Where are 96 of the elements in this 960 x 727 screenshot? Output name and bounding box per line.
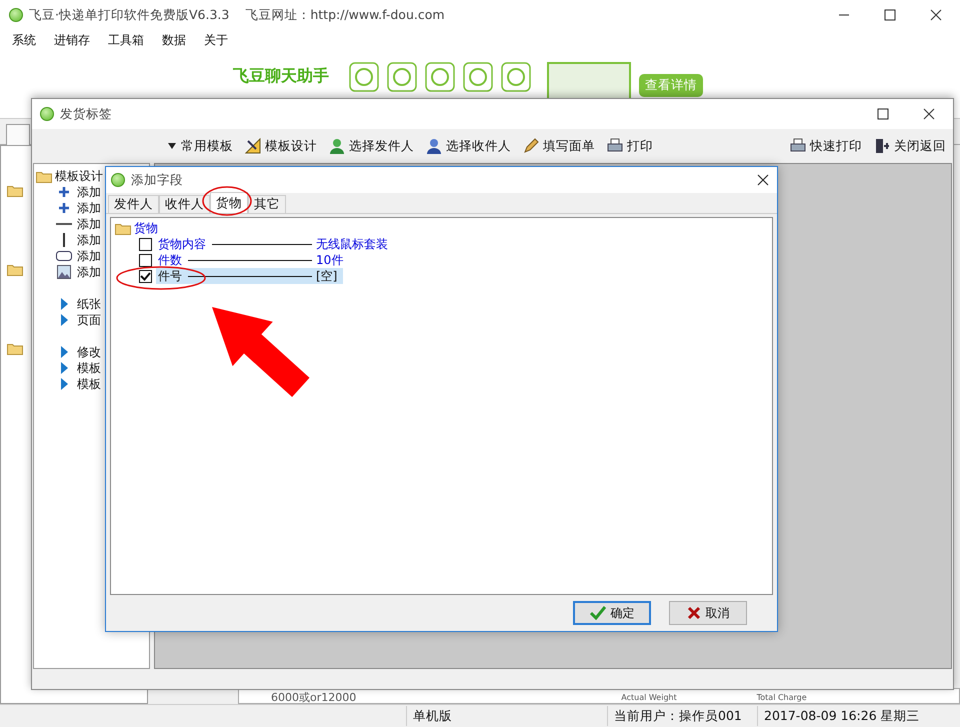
field-label: 件号 — [158, 268, 182, 284]
panel-item[interactable]: 添加 — [77, 200, 101, 216]
chat-app-icon[interactable] — [387, 62, 417, 92]
folder-icon — [7, 263, 23, 276]
panel-item[interactable]: 添加 — [77, 232, 101, 248]
horizontal-line-icon — [56, 222, 72, 226]
tab[interactable]: 发件人 — [108, 195, 159, 213]
chat-app-icon[interactable] — [425, 62, 455, 92]
tree-row[interactable]: 货物内容 无线鼠标套装 — [156, 236, 394, 252]
cancel-button[interactable]: 取消 — [669, 601, 747, 625]
person-icon — [426, 138, 442, 154]
panel-item[interactable]: 模板 — [77, 376, 101, 392]
toolbar-button[interactable]: 关闭返回 — [869, 136, 951, 156]
menu-item[interactable]: 进销存 — [54, 32, 90, 48]
printer-icon — [790, 138, 806, 154]
annotation-ellipse — [202, 186, 252, 216]
tree-row[interactable]: 件数 10件 — [156, 252, 350, 268]
menu-item[interactable]: 关于 — [204, 32, 228, 48]
template-text: Actual Weight — [621, 692, 677, 703]
document-tab[interactable] — [6, 124, 30, 146]
folder-icon — [115, 222, 131, 234]
exit-door-icon — [874, 138, 890, 154]
chat-app-icon[interactable] — [349, 62, 379, 92]
panel-item[interactable]: 添加 — [77, 184, 101, 200]
maximize-icon[interactable] — [877, 108, 889, 120]
maximize-icon[interactable] — [884, 9, 896, 21]
status-text: 2017-08-09 16:26 星期三 — [757, 706, 937, 726]
expand-arrow-icon[interactable] — [60, 362, 68, 374]
dropdown-caret-icon — [167, 142, 177, 150]
tab[interactable]: 其它 — [248, 195, 286, 213]
image-icon — [57, 265, 71, 279]
field-label: 货物内容 — [158, 236, 206, 252]
folder-icon — [7, 342, 23, 355]
close-icon[interactable] — [757, 174, 769, 186]
template-text: Total Charge — [756, 692, 807, 703]
app-logo-icon — [9, 8, 23, 22]
toolbar-button[interactable]: 快速打印 — [785, 136, 867, 156]
field-value: 无线鼠标套装 — [316, 236, 388, 252]
close-icon[interactable] — [930, 9, 942, 21]
vertical-line-icon — [62, 233, 66, 247]
checkbox[interactable] — [139, 270, 152, 282]
panel-item[interactable]: 模板设计 — [55, 168, 103, 184]
person-icon — [329, 138, 345, 154]
rectangle-icon — [56, 251, 72, 261]
panel-item[interactable]: 添加 — [77, 248, 101, 264]
toolbar-button[interactable]: 选择发件人 — [324, 136, 419, 156]
expand-arrow-icon[interactable] — [60, 378, 68, 390]
checkbox[interactable] — [139, 238, 152, 250]
checkbox[interactable] — [139, 254, 152, 266]
dialog-title: 添加字段 — [131, 172, 183, 188]
plus-icon — [59, 187, 69, 197]
toolbar-button[interactable]: 打印 — [602, 136, 658, 156]
panel-item[interactable]: 页面 — [77, 312, 101, 328]
ruler-icon — [245, 138, 261, 154]
panel-item[interactable]: 模板 — [77, 360, 101, 376]
pencil-icon — [523, 138, 539, 154]
window-title: 发货标签 — [60, 106, 112, 122]
panel-item[interactable]: 修改 — [77, 344, 101, 360]
template-text: 6000或or12000 — [271, 692, 356, 703]
plus-icon — [59, 203, 69, 213]
checkmark-icon — [590, 606, 606, 620]
chat-app-icon[interactable] — [463, 62, 493, 92]
toolbar-button[interactable]: 填写面单 — [518, 136, 600, 156]
field-value: [空] — [316, 268, 338, 284]
folder-icon — [7, 184, 23, 197]
window-logo-icon — [40, 107, 54, 121]
menu-item[interactable]: 系统 — [12, 32, 36, 48]
tab[interactable]: 收件人 — [159, 195, 210, 213]
field-label: 件数 — [158, 252, 182, 268]
tree-row[interactable]: 件号 [空] — [156, 268, 344, 284]
status-text: 单机版 — [406, 706, 607, 726]
toolbar-button[interactable]: 模板设计 — [240, 136, 322, 156]
tree-node[interactable]: 货物 — [134, 220, 158, 236]
expand-arrow-icon[interactable] — [60, 298, 68, 310]
menu-item[interactable]: 数据 — [162, 32, 186, 48]
menu-item[interactable]: 工具箱 — [108, 32, 144, 48]
tab[interactable]: 货物 — [210, 192, 248, 213]
cross-icon — [686, 606, 700, 620]
printer-icon — [607, 138, 623, 154]
expand-arrow-icon[interactable] — [60, 314, 68, 326]
panel-item[interactable]: 添加 — [77, 216, 101, 232]
status-text: 当前用户：操作员001 — [607, 706, 757, 726]
dialog-logo-icon — [111, 173, 125, 187]
confirm-button[interactable]: 确定 — [573, 601, 651, 625]
toolbar-button[interactable]: 选择收件人 — [421, 136, 516, 156]
expand-arrow-icon[interactable] — [60, 346, 68, 358]
banner-title: 飞豆聊天助手 — [233, 66, 329, 87]
website-address: 飞豆网址：http://www.f-dou.com — [245, 6, 445, 24]
window-title: 飞豆·快递单打印软件免费版V6.3.3 — [29, 6, 230, 24]
panel-item[interactable]: 纸张 — [77, 296, 101, 312]
folder-icon — [36, 170, 52, 182]
close-icon[interactable] — [923, 108, 935, 120]
chat-app-icon[interactable] — [501, 62, 531, 92]
field-value: 10件 — [316, 252, 344, 268]
panel-item[interactable]: 添加 — [77, 264, 101, 280]
toolbar-button[interactable]: 常用模板 — [162, 136, 238, 156]
